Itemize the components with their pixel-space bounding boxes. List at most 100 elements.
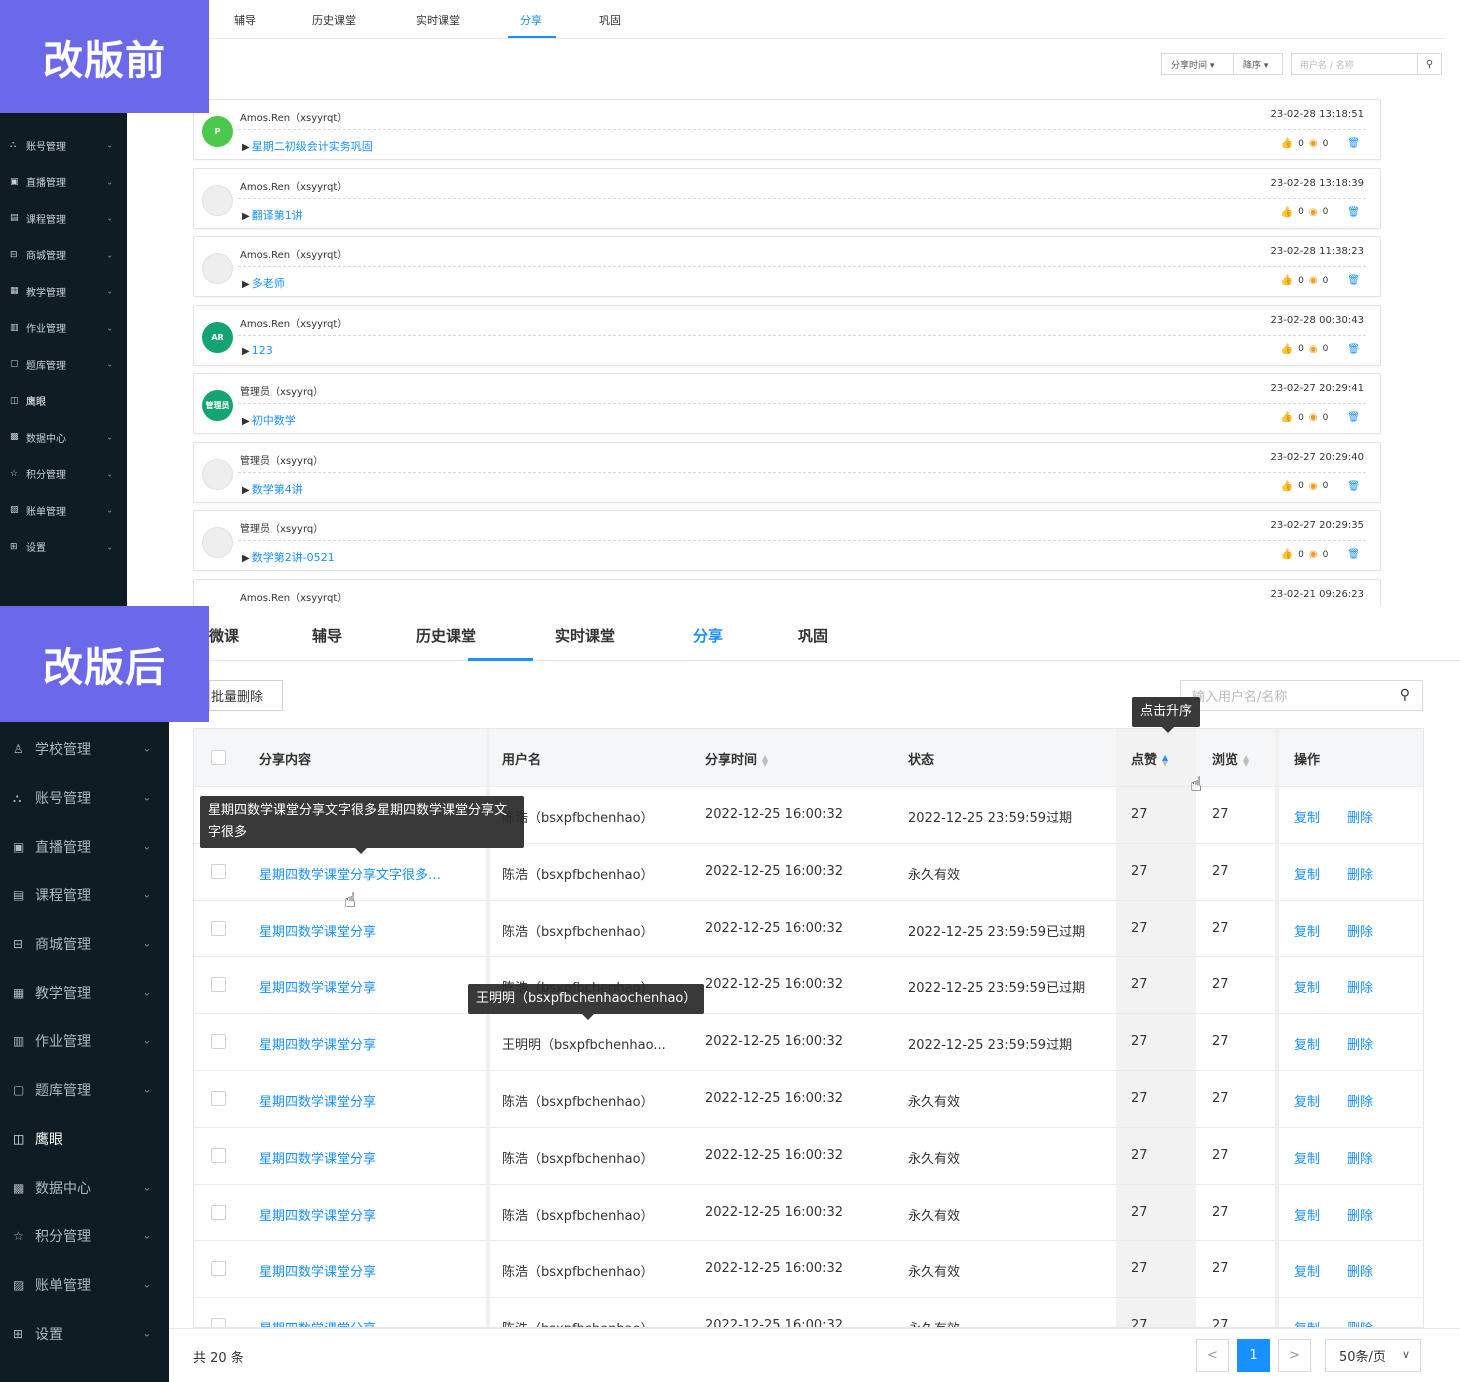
share-content-link[interactable]: 星期四数学课堂分享 bbox=[259, 1034, 376, 1053]
card-title-link[interactable]: ▶ 星期二初级会计实务巩固 bbox=[242, 138, 373, 154]
sidebar-item[interactable]: ▤ 课程管理 ⌄ bbox=[0, 200, 127, 237]
sidebar-item[interactable]: ◫ 鹰眼 bbox=[0, 383, 127, 420]
thumbs-up-icon[interactable]: 👍 bbox=[1281, 138, 1293, 149]
card-title-link[interactable]: ▶ 数学第2讲-0521 bbox=[242, 549, 335, 565]
sidebar-item[interactable]: ▣ 直播管理 ⌄ bbox=[0, 164, 127, 201]
sort-icon[interactable]: ▲ ▼ bbox=[762, 753, 768, 767]
page-button-1[interactable]: 1 bbox=[1237, 1339, 1270, 1372]
search-icon[interactable]: ⚲ bbox=[1417, 54, 1441, 74]
card-title-link[interactable]: ▶ 初中数学 bbox=[242, 412, 296, 428]
sidebar-item[interactable]: ▤ 课程管理 ⌄ bbox=[0, 871, 169, 920]
before-tab-consolidate[interactable]: 巩固 bbox=[599, 12, 621, 28]
card-title-link[interactable]: ▶ 翻译第1讲 bbox=[242, 207, 303, 223]
before-order-dropdown[interactable]: 降序 ▾ bbox=[1233, 53, 1283, 75]
col-header-likes[interactable]: 点赞 ▲ ▼ bbox=[1131, 749, 1168, 768]
sort-icon-active[interactable]: ▲ ▼ bbox=[1162, 753, 1168, 767]
trash-icon[interactable]: 🗑 bbox=[1347, 412, 1360, 423]
after-tab-microcourse[interactable]: 微课 bbox=[209, 625, 239, 646]
copy-button[interactable]: 复制 bbox=[1294, 1205, 1320, 1224]
next-page-button[interactable]: > bbox=[1278, 1339, 1311, 1372]
share-card[interactable]: Amos.Ren（xsyyrqt） 23-02-28 13:18:39 ▶ 翻译第1讲… bbox=[193, 167, 1381, 229]
after-tab-consolidate[interactable]: 巩固 bbox=[798, 625, 828, 646]
trash-icon[interactable]: 🗑 bbox=[1347, 344, 1360, 355]
copy-button[interactable]: 复制 bbox=[1294, 864, 1320, 883]
after-tab-share[interactable]: 分享 bbox=[693, 625, 723, 646]
delete-button[interactable]: 删除 bbox=[1347, 977, 1373, 996]
share-content-link[interactable]: 星期四数学课堂分享 bbox=[259, 1148, 376, 1167]
sidebar-item[interactable]: ▥ 作业管理 ⌄ bbox=[0, 310, 127, 347]
share-content-link[interactable]: 星期四数学课堂分享 bbox=[259, 977, 376, 996]
share-card[interactable]: Amos.Ren（xsyyrqt） 23-02-28 11:38:23 ▶ 多老师 👍 0… bbox=[193, 236, 1381, 297]
share-card[interactable]: 管理员 管理员（xsyyrq） 23-02-27 20:29:41 ▶ 初中数学 👍 0 ◉ 0… bbox=[193, 373, 1381, 434]
sidebar-item[interactable]: ⊟ 商城管理 ⌄ bbox=[0, 237, 127, 274]
select-all-checkbox[interactable] bbox=[211, 750, 226, 765]
sidebar-item[interactable]: ◫ 鹰眼 bbox=[0, 1115, 169, 1164]
sidebar-item[interactable]: ⛬ 账号管理 ⌄ bbox=[0, 774, 169, 823]
sidebar-item[interactable]: ▨ 账单管理 ⌄ bbox=[0, 492, 127, 529]
trash-icon[interactable]: 🗑 bbox=[1347, 549, 1360, 560]
sidebar-item[interactable]: ▥ 作业管理 ⌄ bbox=[0, 1017, 169, 1066]
delete-button[interactable]: 删除 bbox=[1347, 1261, 1373, 1280]
sidebar-item[interactable]: ⊞ 设置 ⌄ bbox=[0, 1309, 169, 1358]
delete-button[interactable]: 删除 bbox=[1347, 921, 1373, 940]
sidebar-item[interactable]: ▢ 题库管理 ⌄ bbox=[0, 346, 127, 383]
sidebar-item[interactable]: ☆ 积分管理 ⌄ bbox=[0, 456, 127, 493]
card-title-link[interactable]: ▶ 多老师 bbox=[242, 275, 285, 291]
after-search-input[interactable]: 输入用户名/名称 ⚲ bbox=[1180, 680, 1423, 711]
before-tab-history[interactable]: 历史课堂 bbox=[312, 12, 356, 28]
trash-icon[interactable]: 🗑 bbox=[1347, 481, 1360, 492]
before-sort-field-dropdown[interactable]: 分享时间 ▾ bbox=[1161, 53, 1234, 75]
sidebar-item[interactable]: ▣ 直播管理 ⌄ bbox=[0, 822, 169, 871]
copy-button[interactable]: 复制 bbox=[1294, 921, 1320, 940]
share-content-link[interactable]: 星期四数学课堂分享 bbox=[259, 921, 376, 940]
copy-button[interactable]: 复制 bbox=[1294, 1261, 1320, 1280]
sidebar-item[interactable]: ⛬ 账号管理 ⌄ bbox=[0, 127, 127, 164]
sidebar-item[interactable]: ⊟ 商城管理 ⌄ bbox=[0, 920, 169, 969]
copy-button[interactable]: 复制 bbox=[1294, 1318, 1320, 1327]
share-card[interactable]: P Amos.Ren（xsyyrqt） 23-02-28 13:18:51 ▶ 星期二初… bbox=[193, 99, 1381, 160]
after-tab-tutoring[interactable]: 辅导 bbox=[312, 625, 342, 646]
sidebar-item[interactable]: ☆ 积分管理 ⌄ bbox=[0, 1212, 169, 1261]
sidebar-item[interactable]: ▦ 教学管理 ⌄ bbox=[0, 273, 127, 310]
trash-icon[interactable]: 🗑 bbox=[1347, 275, 1360, 286]
thumbs-up-icon[interactable]: 👍 bbox=[1281, 344, 1293, 355]
after-tab-history[interactable]: 历史课堂 bbox=[416, 625, 476, 646]
share-content-link[interactable]: 星期四数学课堂分享 bbox=[259, 1205, 376, 1224]
page-size-select[interactable]: 50条/页 ∨ bbox=[1325, 1339, 1421, 1372]
copy-button[interactable]: 复制 bbox=[1294, 807, 1320, 826]
row-checkbox[interactable] bbox=[211, 1091, 226, 1106]
batch-delete-button[interactable]: 批量删除 bbox=[209, 680, 283, 711]
delete-button[interactable]: 删除 bbox=[1347, 1148, 1373, 1167]
before-tab-live[interactable]: 实时课堂 bbox=[416, 12, 460, 28]
col-header-time[interactable]: 分享时间 ▲ ▼ bbox=[705, 749, 768, 768]
delete-button[interactable]: 删除 bbox=[1347, 1318, 1373, 1327]
sidebar-item[interactable]: ♙ 学校管理 ⌄ bbox=[0, 725, 169, 774]
copy-button[interactable]: 复制 bbox=[1294, 1091, 1320, 1110]
sidebar-item[interactable]: ▩ 数据中心 ⌄ bbox=[0, 1163, 169, 1212]
trash-icon[interactable]: 🗑 bbox=[1347, 138, 1360, 149]
delete-button[interactable]: 删除 bbox=[1347, 1034, 1373, 1053]
row-checkbox[interactable] bbox=[211, 1204, 226, 1220]
sort-icon[interactable]: ▲ ▼ bbox=[1243, 753, 1249, 767]
after-tab-live[interactable]: 实时课堂 bbox=[555, 625, 615, 646]
card-title-link[interactable]: ▶ 123 bbox=[242, 344, 273, 357]
sidebar-item[interactable]: ▢ 题库管理 ⌄ bbox=[0, 1066, 169, 1115]
row-checkbox[interactable] bbox=[211, 863, 226, 879]
thumbs-up-icon[interactable]: 👍 bbox=[1281, 412, 1293, 423]
row-checkbox[interactable] bbox=[211, 1147, 226, 1163]
prev-page-button[interactable]: < bbox=[1196, 1339, 1229, 1372]
delete-button[interactable]: 删除 bbox=[1347, 1205, 1373, 1224]
delete-button[interactable]: 删除 bbox=[1347, 864, 1373, 883]
row-checkbox[interactable] bbox=[211, 1034, 226, 1050]
trash-icon[interactable]: 🗑 bbox=[1347, 207, 1360, 218]
share-card[interactable]: AR Amos.Ren（xsyyrqt） 23-02-28 00:30:43 ▶ 123… bbox=[193, 304, 1381, 366]
row-checkbox[interactable] bbox=[211, 920, 226, 936]
row-checkbox[interactable] bbox=[211, 977, 226, 993]
before-tab-tutoring[interactable]: 辅导 bbox=[234, 12, 256, 28]
share-content-link[interactable]: 星期四数学课堂分享文字很多… bbox=[259, 864, 441, 883]
sidebar-item[interactable]: ▨ 账单管理 ⌄ bbox=[0, 1261, 169, 1310]
thumbs-up-icon[interactable]: 👍 bbox=[1281, 207, 1293, 218]
col-header-views[interactable]: 浏览 ▲ ▼ bbox=[1212, 749, 1249, 768]
thumbs-up-icon[interactable]: 👍 bbox=[1281, 549, 1293, 560]
delete-button[interactable]: 删除 bbox=[1347, 807, 1373, 826]
